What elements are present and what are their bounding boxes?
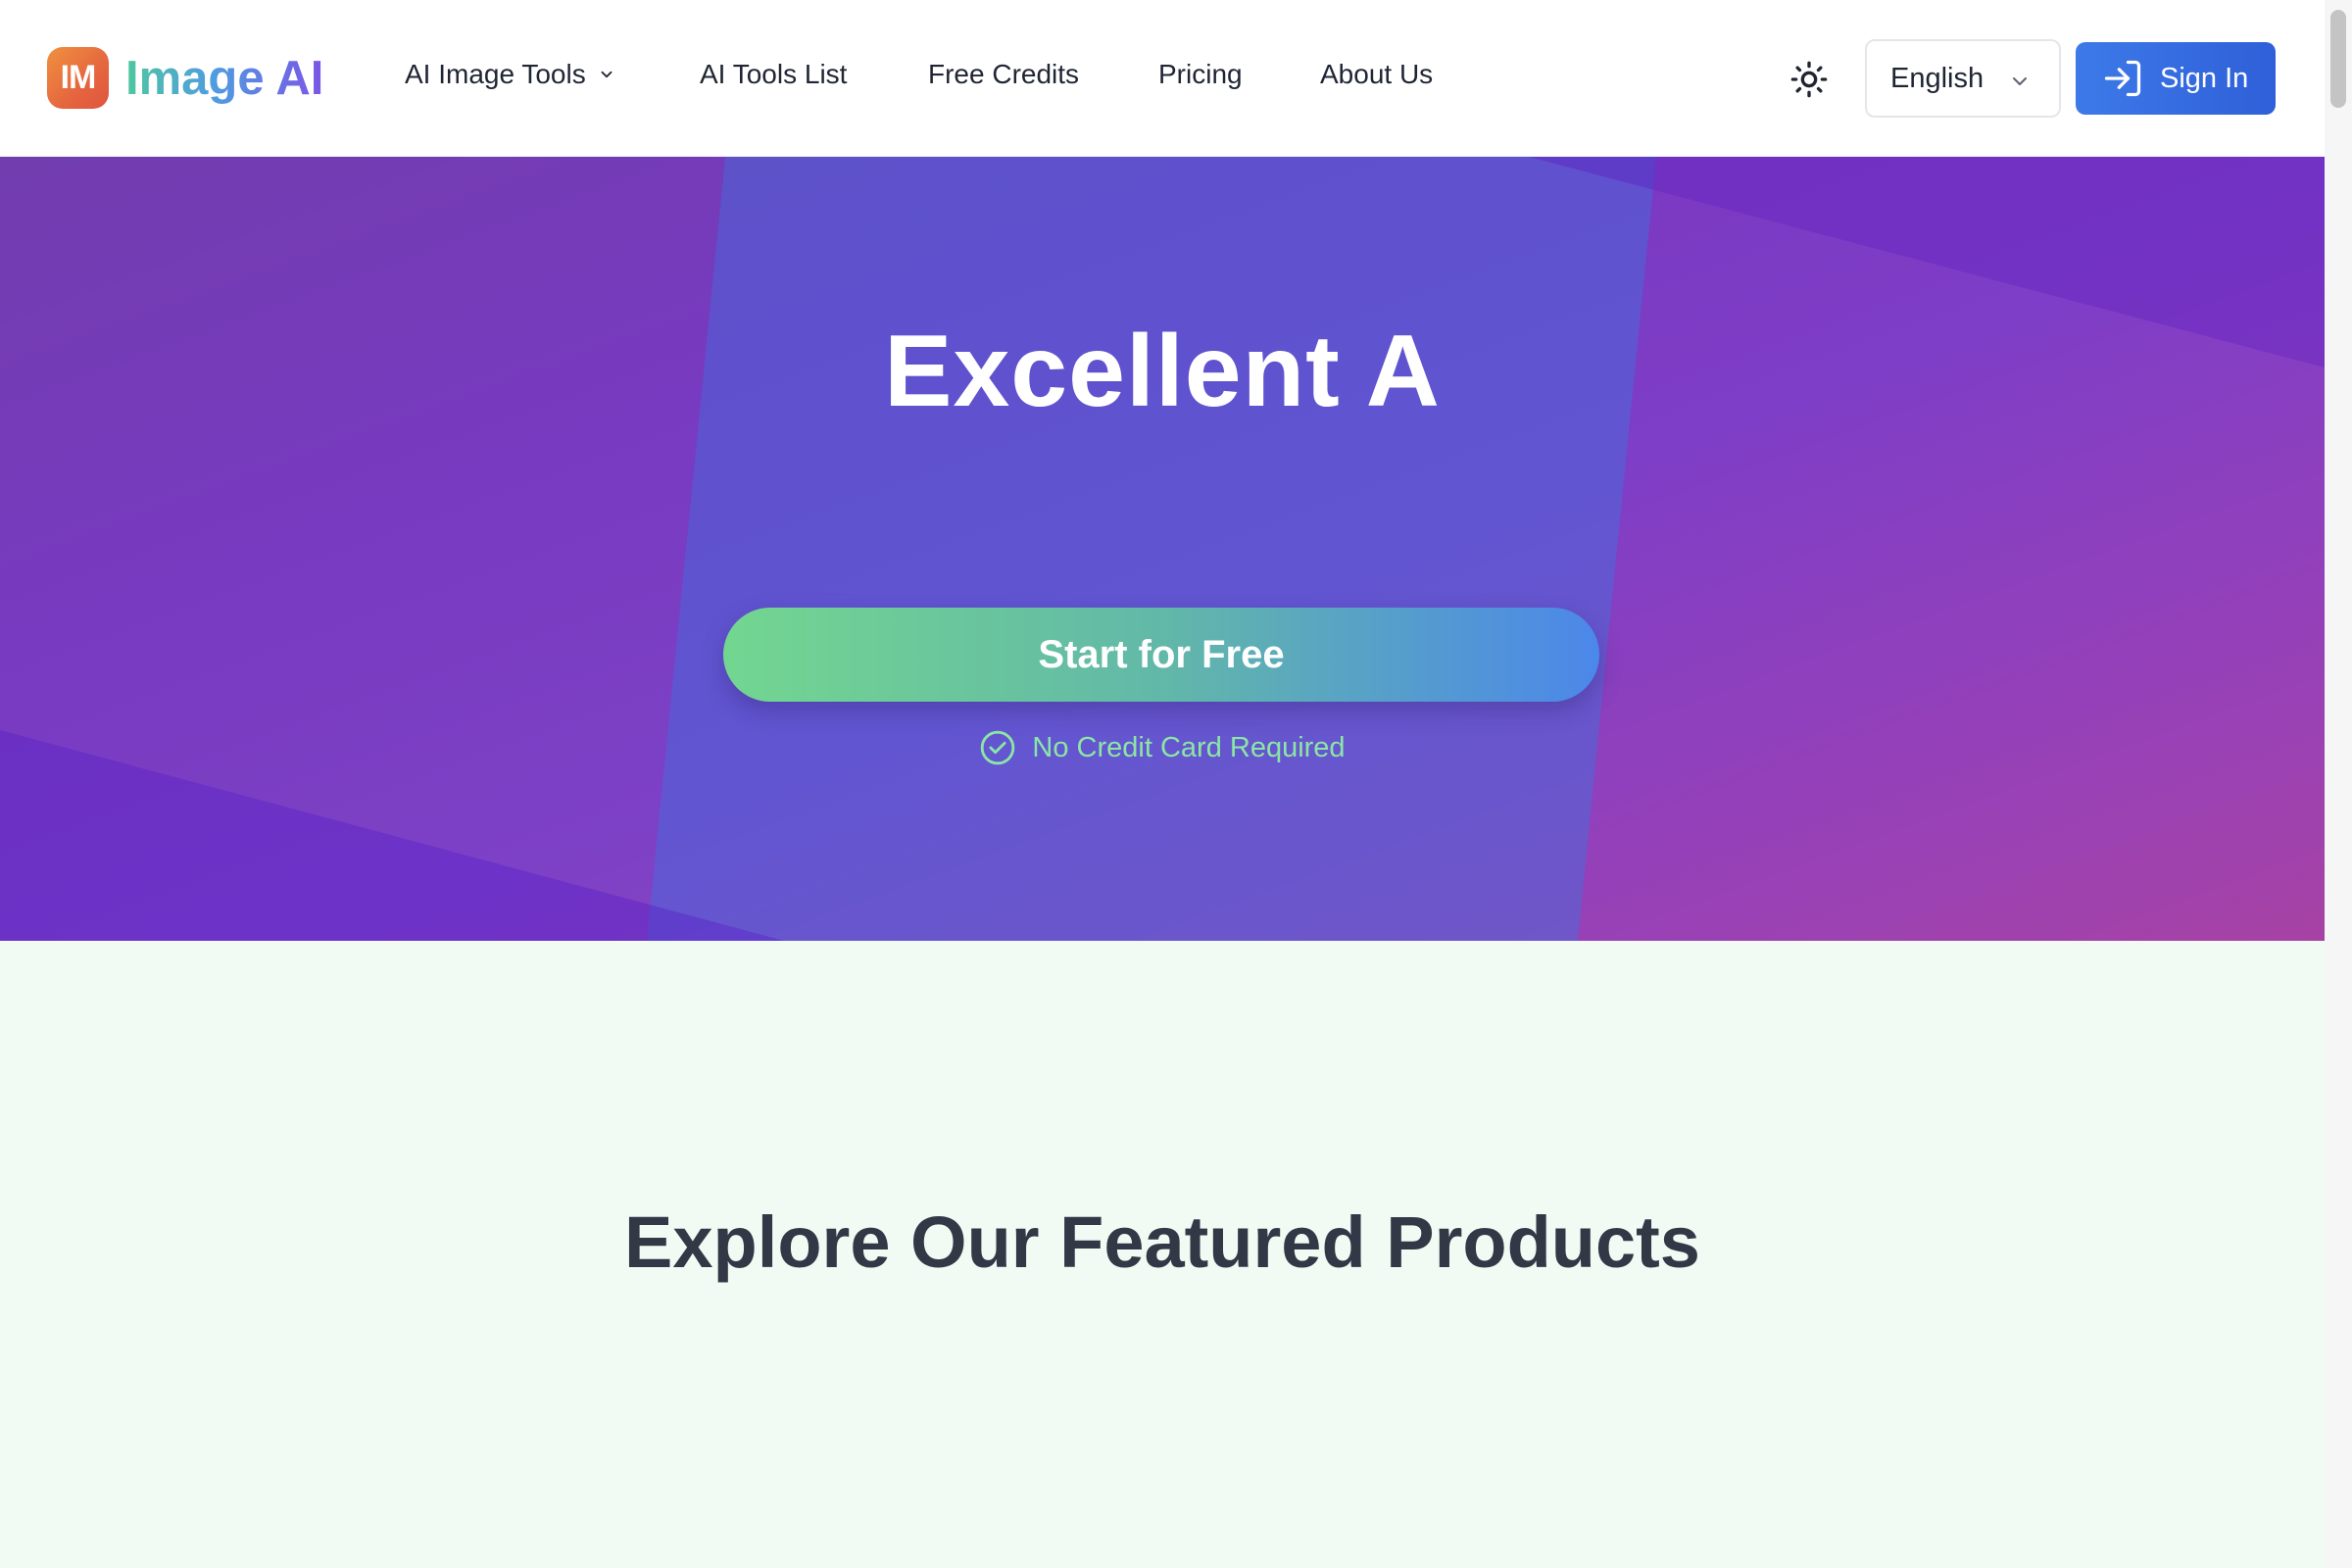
hero-section: Excellent A Start for Free No Credit Car… [0, 157, 2325, 941]
theme-toggle-button[interactable] [1789, 60, 1829, 99]
top-header: IM Image AI AI Image Tools AI Tools List… [0, 0, 2325, 157]
nav-pricing[interactable]: Pricing [1158, 59, 1243, 90]
nav-label: Pricing [1158, 59, 1243, 89]
nav-ai-image-tools[interactable]: AI Image Tools [405, 59, 615, 90]
brand-name: Image AI [125, 51, 324, 105]
sign-in-button[interactable]: Sign In [2076, 42, 2276, 115]
nav-label: About Us [1320, 59, 1434, 89]
nav-ai-tools-list[interactable]: AI Tools List [700, 59, 847, 90]
section-heading: Explore Our Featured Products [624, 1201, 1700, 1283]
cta-label: Start for Free [1038, 632, 1285, 676]
brand-logo[interactable]: IM Image AI [47, 47, 323, 109]
nav-label: Free Credits [928, 59, 1080, 89]
note-text: No Credit Card Required [1032, 731, 1346, 763]
logo-badge: IM [47, 47, 109, 109]
check-circle-icon [981, 730, 1015, 765]
nav-label: AI Image Tools [405, 59, 586, 89]
language-selected: English [1890, 62, 1984, 94]
no-credit-card-note: No Credit Card Required [0, 729, 2325, 766]
page: IM Image AI AI Image Tools AI Tools List… [0, 0, 2352, 1568]
featured-products-section: Explore Our Featured Products [0, 941, 2325, 1568]
sign-in-label: Sign In [2160, 62, 2249, 94]
hero-background-shapes [0, 157, 2325, 941]
nav-label: AI Tools List [700, 59, 848, 89]
sign-in-icon [2104, 60, 2141, 97]
chevron-down-icon [601, 71, 612, 78]
sun-icon [1790, 61, 1828, 98]
start-for-free-button[interactable]: Start for Free [723, 608, 1599, 702]
nav-free-credits[interactable]: Free Credits [928, 59, 1079, 90]
language-select[interactable]: English [1865, 39, 2061, 118]
scrollbar-thumb[interactable] [2330, 10, 2346, 108]
vertical-scrollbar[interactable] [2325, 0, 2352, 1568]
chevron-down-icon [2013, 77, 2027, 85]
hero-title: Excellent A [884, 315, 1441, 428]
nav-about-us[interactable]: About Us [1320, 59, 1433, 90]
